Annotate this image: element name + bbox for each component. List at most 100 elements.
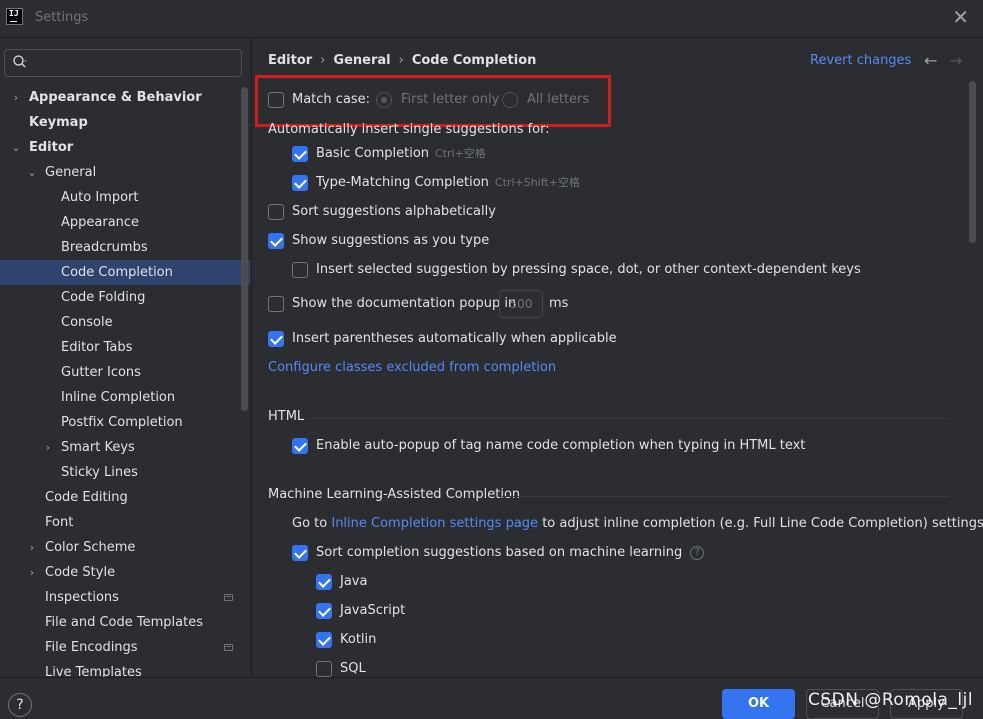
chevron-down-icon[interactable]: ⌄ <box>26 160 38 185</box>
sidebar-item-label: File and Code Templates <box>45 615 203 630</box>
chevron-right-icon[interactable]: › <box>10 85 22 110</box>
html-section-title: HTML <box>268 409 305 424</box>
help-button[interactable]: ? <box>8 693 32 717</box>
breadcrumb-separator: › <box>320 53 326 68</box>
settings-tree: › Appearance & Behavior Keymap ⌄ Editor ⌄ Gene… <box>0 85 250 677</box>
sidebar-item-auto-import[interactable]: Auto Import <box>0 185 250 210</box>
sidebar-item-label: Code Style <box>45 565 116 580</box>
sidebar-item-label: Appearance & Behavior <box>29 90 202 105</box>
sidebar-item-label: Gutter Icons <box>61 365 141 380</box>
sidebar-item-appearance-behavior[interactable]: › Appearance & Behavior <box>0 85 250 110</box>
sidebar-item-label: Console <box>61 315 113 330</box>
sidebar-item-label: Editor Tabs <box>61 340 133 355</box>
sidebar-item-file-and-code-templates[interactable]: File and Code Templates <box>0 610 250 635</box>
breadcrumb-general[interactable]: General <box>333 53 390 68</box>
search-input[interactable] <box>4 49 242 77</box>
sidebar-item-breadcrumbs[interactable]: Breadcrumbs <box>0 235 250 260</box>
insert-selected-label: Insert selected suggestion by pressing s… <box>316 262 861 277</box>
show-as-type-checkbox[interactable] <box>268 233 284 249</box>
doc-popup-label: Show the documentation popup in <box>292 296 517 311</box>
sidebar-item-label: Keymap <box>29 115 88 130</box>
sort-alpha-label: Sort suggestions alphabetically <box>292 204 496 219</box>
sidebar-item-label: General <box>45 165 97 180</box>
sidebar-item-code-folding[interactable]: Code Folding <box>0 285 250 310</box>
sidebar-item-editor-tabs[interactable]: Editor Tabs <box>0 335 250 360</box>
sidebar-item-inline-completion[interactable]: Inline Completion <box>0 385 250 410</box>
sidebar-item-label: Code Completion <box>61 265 173 280</box>
html-autopopup-checkbox[interactable] <box>292 438 308 454</box>
chevron-right-icon[interactable]: › <box>26 560 38 585</box>
sidebar-item-label: Live Templates <box>45 665 142 677</box>
sidebar-item-label: Smart Keys <box>61 440 135 455</box>
sidebar-item-inspections[interactable]: Inspections <box>0 585 250 610</box>
breadcrumb-code-completion: Code Completion <box>411 53 537 68</box>
sidebar-item-label: Auto Import <box>61 190 139 205</box>
javascript-checkbox[interactable] <box>316 603 332 619</box>
sidebar-item-label: Code Editing <box>45 490 128 505</box>
sidebar-item-label: Code Folding <box>61 290 146 305</box>
sidebar-item-keymap[interactable]: Keymap <box>0 110 250 135</box>
ok-button[interactable]: OK <box>722 689 795 719</box>
sidebar-item-gutter-icons[interactable]: Gutter Icons <box>0 360 250 385</box>
sql-label: SQL <box>340 661 366 676</box>
java-label: Java <box>340 574 368 589</box>
dialog-footer: ? OK Cancel Apply CSDN @Romola_ljl <box>0 677 983 719</box>
insert-selected-checkbox[interactable] <box>292 262 308 278</box>
forward-arrow-icon: → <box>949 51 963 70</box>
goto-inline-row: Go to Inline Completion settings page to… <box>292 513 983 535</box>
close-icon[interactable]: ✕ <box>952 6 969 28</box>
sidebar-item-smart-keys[interactable]: › Smart Keys <box>0 435 250 460</box>
sidebar-item-appearance[interactable]: Appearance <box>0 210 250 235</box>
sidebar-item-postfix-completion[interactable]: Postfix Completion <box>0 410 250 435</box>
ml-section-divider <box>502 496 948 497</box>
basic-completion-checkbox[interactable] <box>292 146 308 162</box>
inline-completion-settings-link[interactable]: Inline Completion settings page <box>331 516 538 531</box>
doc-popup-row: Show the documentation popup in 500 ms <box>268 290 588 318</box>
sidebar-item-label: Postfix Completion <box>61 415 183 430</box>
breadcrumb-separator: › <box>398 53 404 68</box>
goto-suffix: to adjust inline completion (e.g. Full L… <box>542 516 983 531</box>
ml-sort-checkbox[interactable] <box>292 545 308 561</box>
project-scope-icon <box>224 594 233 601</box>
sidebar-item-label: Font <box>45 515 74 530</box>
help-icon[interactable]: ? <box>690 546 705 560</box>
chevron-down-icon[interactable]: ⌄ <box>10 135 22 160</box>
doc-popup-delay-field[interactable]: 500 <box>499 290 543 318</box>
sidebar-item-general[interactable]: ⌄ General <box>0 160 250 185</box>
revert-changes-link[interactable]: Revert changes <box>810 53 911 68</box>
insert-parens-label: Insert parentheses automatically when ap… <box>292 331 617 346</box>
configure-excluded-classes-link[interactable]: Configure classes excluded from completi… <box>268 357 556 379</box>
type-matching-checkbox[interactable] <box>292 175 308 191</box>
sidebar-item-editor[interactable]: ⌄ Editor <box>0 135 250 160</box>
basic-completion-shortcut: Ctrl+空格 <box>435 147 486 160</box>
doc-popup-checkbox[interactable] <box>268 296 284 312</box>
sidebar-scrollbar[interactable] <box>241 87 248 411</box>
title-bar: IJ Settings ✕ <box>0 0 983 38</box>
chevron-right-icon[interactable]: › <box>42 435 54 460</box>
sidebar-item-sticky-lines[interactable]: Sticky Lines <box>0 460 250 485</box>
sidebar-item-label: Inspections <box>45 590 119 605</box>
kotlin-checkbox[interactable] <box>316 632 332 648</box>
sql-checkbox[interactable] <box>316 661 332 677</box>
breadcrumb-editor[interactable]: Editor <box>268 53 312 68</box>
sidebar-item-label: Breadcrumbs <box>61 240 148 255</box>
sidebar-item-label: File Encodings <box>45 640 138 655</box>
sidebar-item-font[interactable]: Font <box>0 510 250 535</box>
content-scrollbar[interactable] <box>969 81 976 243</box>
sidebar-item-file-encodings[interactable]: File Encodings <box>0 635 250 660</box>
chevron-right-icon[interactable]: › <box>26 535 38 560</box>
sidebar-item-color-scheme[interactable]: › Color Scheme <box>0 535 250 560</box>
sort-alpha-checkbox[interactable] <box>268 204 284 220</box>
sidebar-item-code-editing[interactable]: Code Editing <box>0 485 250 510</box>
sidebar-item-code-completion[interactable]: Code Completion <box>0 260 250 285</box>
sidebar-item-live-templates[interactable]: Live Templates <box>0 660 250 677</box>
basic-completion-label: Basic Completion <box>316 146 430 161</box>
goto-prefix: Go to <box>292 516 328 531</box>
settings-sidebar: › Appearance & Behavior Keymap ⌄ Editor ⌄ Gene… <box>0 39 251 677</box>
java-checkbox[interactable] <box>316 574 332 590</box>
back-arrow-icon[interactable]: ← <box>924 51 937 70</box>
sidebar-item-label: Color Scheme <box>45 540 136 555</box>
insert-parens-checkbox[interactable] <box>268 331 284 347</box>
sidebar-item-code-style[interactable]: › Code Style <box>0 560 250 585</box>
sidebar-item-console[interactable]: Console <box>0 310 250 335</box>
